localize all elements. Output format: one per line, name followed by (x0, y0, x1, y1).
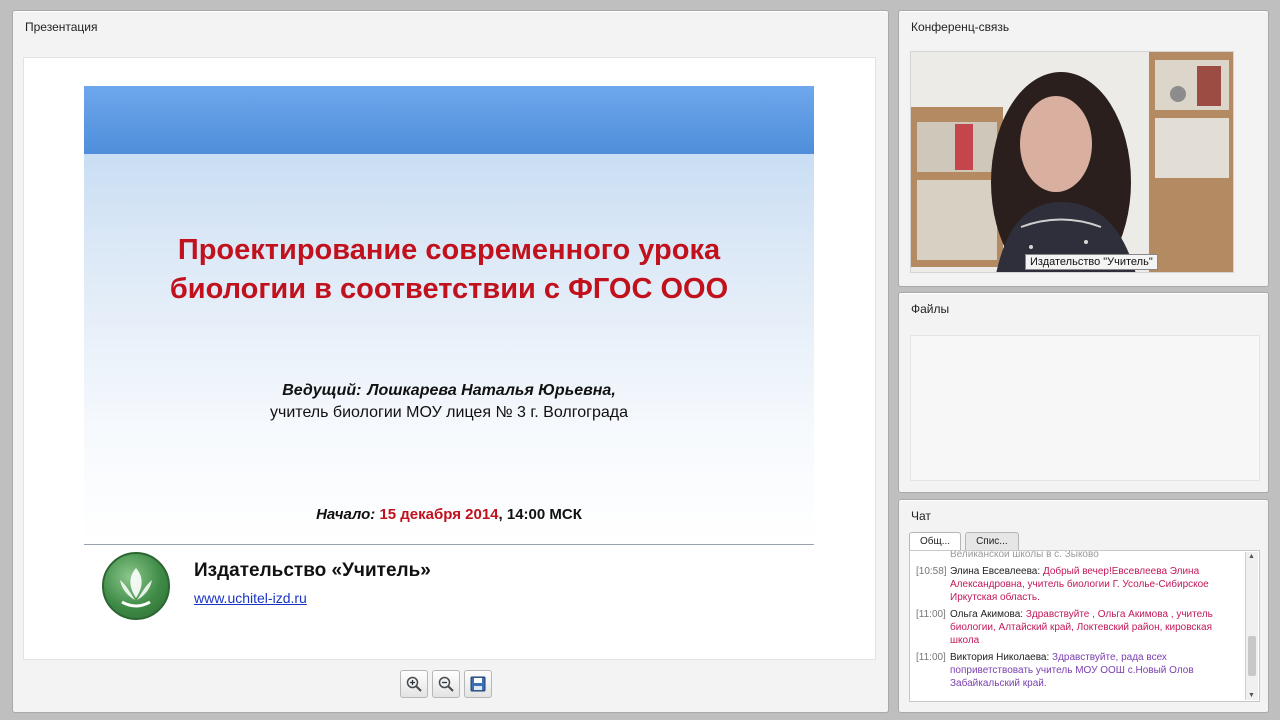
slide-viewer[interactable]: Проектирование современного урока биолог… (23, 57, 876, 660)
slide: Проектирование современного урока биолог… (84, 86, 814, 544)
conference-panel-title: Конференц-связь (911, 20, 1010, 34)
chat-author: Виктория Николаева: (950, 652, 1050, 663)
conference-panel: Конференц-связь Издательство "Учитель" (898, 10, 1269, 287)
chat-tabs: Общ... Спис... (909, 532, 1019, 551)
zoom-in-icon (406, 676, 422, 692)
scroll-down-icon[interactable]: ▼ (1248, 692, 1255, 699)
chat-time: [11:00] (916, 652, 946, 663)
save-button[interactable] (464, 670, 492, 698)
chat-panel-title: Чат (911, 509, 931, 523)
files-panel-title: Файлы (911, 302, 950, 316)
zoom-out-button[interactable] (432, 670, 460, 698)
scroll-thumb[interactable] (1248, 636, 1256, 676)
video-feed[interactable]: Издательство "Учитель" (910, 51, 1234, 273)
chat-messages: Великанской школы в с. Зыково [10:58] Эл… (916, 551, 1241, 694)
chat-clipped-line: Великанской школы в с. Зыково (950, 550, 1099, 560)
slide-title-line-1: Проектирование современного урока (177, 234, 721, 266)
tab-participants[interactable]: Спис... (965, 532, 1019, 551)
chat-author: Элина Евсевлеева: (950, 566, 1041, 577)
slide-toolbar (400, 670, 492, 700)
chat-message: [11:00] Ольга Акимова: Здравствуйте , Ол… (916, 608, 1241, 647)
chat-log[interactable]: Великанской школы в с. Зыково [10:58] Эл… (909, 550, 1260, 702)
start-label: Начало: (316, 506, 376, 523)
chat-panel: Чат Общ... Спис... Великанской школы в с… (898, 499, 1269, 713)
zoom-out-icon (438, 676, 454, 692)
presenter-name: Лошкарева Наталья Юрьевна, (367, 382, 616, 399)
slide-presenter: Ведущий: Лошкарева Наталья Юрьевна, учите… (84, 380, 814, 424)
slide-title: Проектирование современного урока биолог… (84, 231, 814, 309)
video-frame-image (911, 52, 1233, 272)
presentation-panel: Презентация Проектирование современного … (12, 10, 889, 713)
presenter-label: Ведущий: (282, 382, 362, 399)
start-date: 15 декабря 2014 (379, 506, 499, 523)
save-icon (470, 676, 486, 692)
chat-time: [11:00] (916, 609, 946, 620)
presentation-panel-title: Презентация (25, 20, 98, 34)
slide-header-band (84, 86, 814, 154)
tab-general[interactable]: Общ... (909, 532, 962, 551)
scroll-up-icon[interactable]: ▲ (1248, 553, 1255, 560)
chat-message: [11:00] Виктория Николаева: Здравствуйте… (916, 651, 1241, 690)
publisher-logo-icon (102, 552, 170, 620)
chat-message: [10:58] Элина Евсевлеева: Добрый вечер!Е… (916, 565, 1241, 604)
start-time: , 14:00 МСК (498, 506, 582, 523)
chat-time: [10:58] (916, 566, 947, 577)
video-caption: Издательство "Учитель" (1025, 254, 1158, 270)
slide-start-time: Начало: 15 декабря 2014, 14:00 МСК (84, 506, 814, 523)
files-panel: Файлы (898, 292, 1269, 493)
zoom-in-button[interactable] (400, 670, 428, 698)
presenter-role: учитель биологии МОУ лицея № 3 г. Волгог… (270, 404, 628, 421)
slide-title-line-2: биологии в соответствии с ФГОС ООО (169, 273, 729, 305)
files-list[interactable] (910, 335, 1260, 481)
publisher-link[interactable]: www.uchitel-izd.ru (194, 590, 307, 606)
slide-divider (84, 544, 814, 545)
chat-author: Ольга Акимова: (950, 609, 1024, 620)
chat-scrollbar[interactable]: ▲ ▼ (1245, 552, 1258, 700)
publisher-name: Издательство «Учитель» (194, 560, 431, 581)
